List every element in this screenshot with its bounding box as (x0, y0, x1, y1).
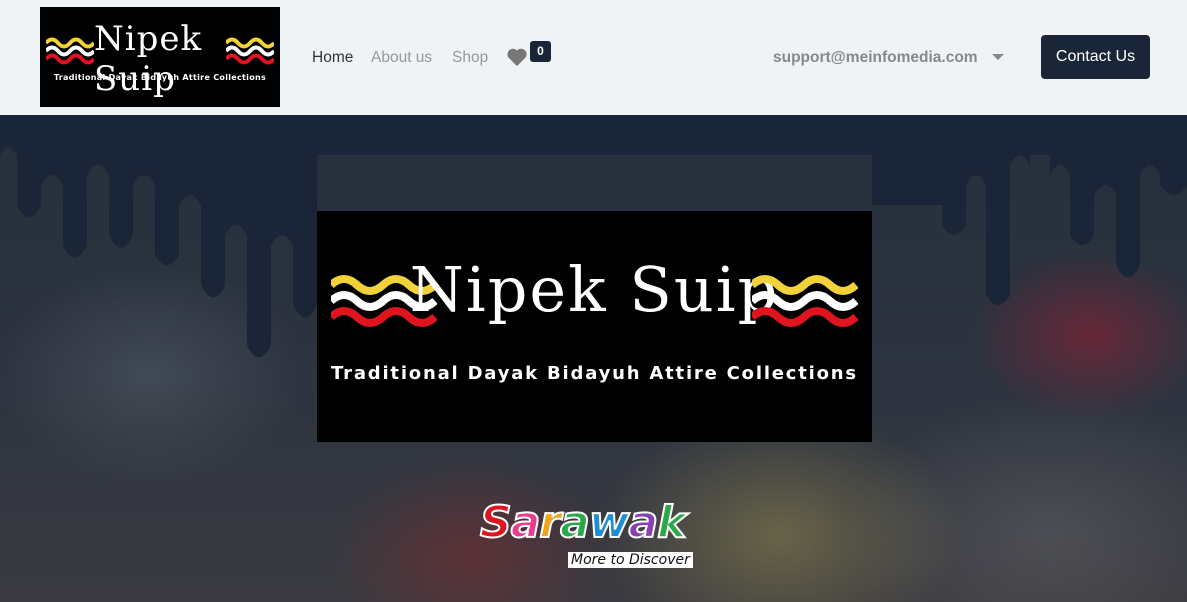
wave-pattern-icon (226, 37, 274, 65)
hero-tagline: Traditional Dayak Bidayuh Attire Collect… (331, 363, 858, 384)
logo-tagline: Traditional Dayak Bidayuh Attire Collect… (53, 73, 267, 82)
sarawak-slogan: More to Discover (568, 552, 693, 568)
top-navbar: Nipek Suip Traditional Dayak Bidayuh Att… (0, 0, 1187, 115)
nav-link-shop[interactable]: Shop (452, 49, 488, 67)
site-logo[interactable]: Nipek Suip Traditional Dayak Bidayuh Att… (40, 7, 280, 107)
hero-logo: Nipek Suip Traditional Dayak Bidayuh Att… (317, 211, 872, 442)
chevron-down-icon[interactable] (992, 54, 1004, 60)
wishlist-count-badge: 0 (530, 41, 551, 62)
hero-banner: Nipek Suip Traditional Dayak Bidayuh Att… (0, 115, 1187, 602)
nav-link-about-us[interactable]: About us (371, 49, 432, 67)
contact-us-button[interactable]: Contact Us (1041, 35, 1150, 79)
heart-icon[interactable] (506, 47, 528, 67)
nav-link-home[interactable]: Home (312, 49, 353, 67)
wave-pattern-icon (46, 37, 94, 65)
sarawak-wordmark: Sarawak (479, 496, 687, 549)
sarawak-tourism-logo: Sarawak More to Discover (479, 496, 705, 572)
wave-pattern-icon (752, 275, 858, 327)
support-email-dropdown[interactable]: support@meinfomedia.com (773, 49, 978, 67)
